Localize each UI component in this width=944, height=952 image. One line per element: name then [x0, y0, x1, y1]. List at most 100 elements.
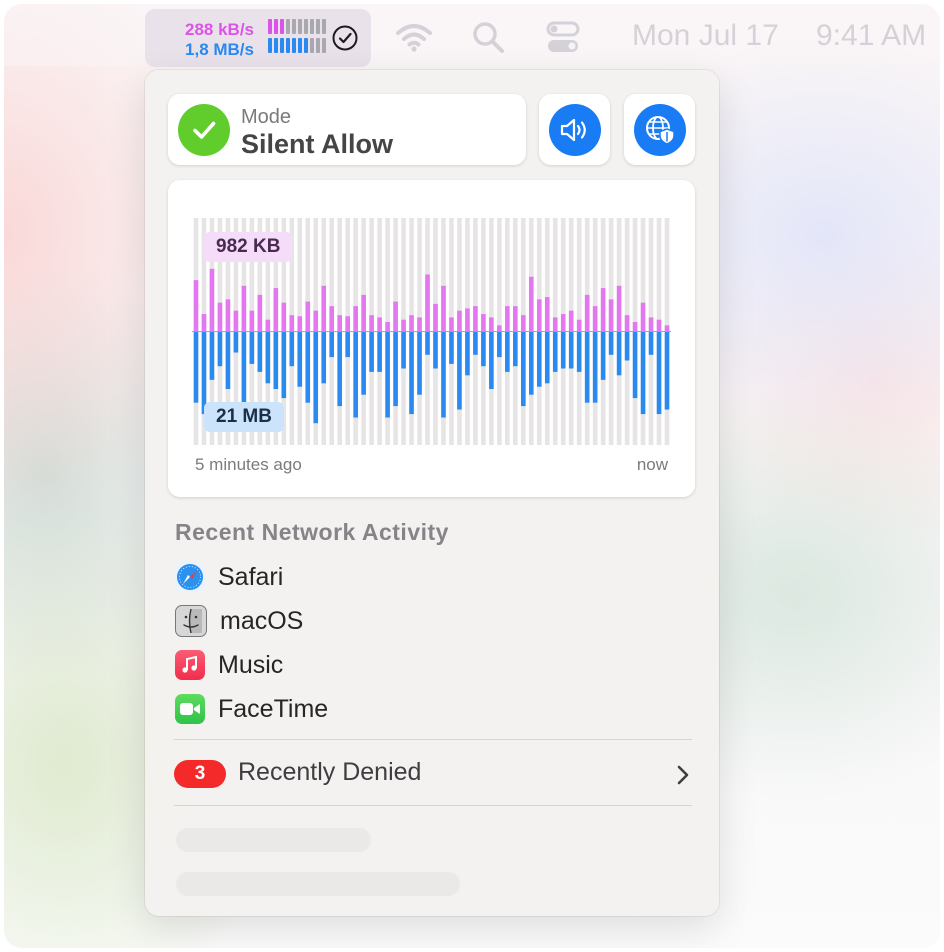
upload-bar — [449, 317, 454, 331]
app-name: Music — [218, 650, 284, 679]
recently-denied-row[interactable]: 3 Recently Denied — [174, 756, 692, 794]
x-axis-start-label: 5 minutes ago — [195, 455, 302, 474]
download-meter-segment — [292, 38, 296, 53]
upload-speed: 288 kB/s — [185, 20, 254, 39]
app-name: Safari — [218, 562, 284, 591]
download-speed: 1,8 MB/s — [185, 40, 254, 59]
upload-bar — [632, 321, 638, 331]
download-bar — [225, 332, 231, 389]
upload-bar — [337, 315, 342, 331]
upload-meter-segment — [322, 19, 326, 34]
download-bar — [329, 332, 335, 358]
globe-shield-icon — [633, 103, 686, 156]
download-bar — [257, 332, 263, 372]
upload-bar — [273, 288, 279, 331]
upload-bar — [616, 285, 622, 331]
download-bar — [417, 332, 422, 395]
upload-meter-segment — [304, 19, 308, 34]
upload-bar — [592, 306, 598, 331]
vpn-button[interactable] — [624, 94, 695, 165]
upload-bar — [321, 285, 327, 331]
upload-bar — [568, 310, 574, 331]
upload-meter-segment — [316, 19, 320, 34]
download-bar — [521, 332, 526, 407]
app-row-macos[interactable]: macOS — [175, 604, 303, 638]
upload-bar — [281, 302, 287, 331]
download-bar — [321, 332, 327, 384]
finder-icon — [175, 605, 207, 637]
download-bar — [544, 332, 550, 384]
download-bar — [528, 332, 534, 395]
download-bar — [600, 332, 606, 380]
app-row-safari[interactable]: Safari — [175, 560, 283, 594]
upload-bar — [257, 294, 263, 331]
download-bar — [640, 332, 646, 415]
download-bar — [409, 332, 414, 415]
download-peak-label: 21 MB — [204, 402, 284, 432]
upload-bar — [417, 317, 422, 331]
upload-bar — [353, 306, 358, 331]
app-row-facetime[interactable]: FaceTime — [175, 692, 328, 726]
download-bar — [289, 332, 295, 367]
download-bar — [513, 332, 518, 367]
upload-bar — [560, 314, 566, 331]
upload-bar — [528, 276, 534, 331]
download-bar — [361, 332, 366, 395]
upload-bar — [425, 274, 430, 331]
download-bar — [560, 332, 566, 369]
upload-meter-segment — [292, 19, 296, 34]
download-bar — [209, 332, 215, 380]
download-bar — [656, 332, 662, 415]
download-bar — [584, 332, 590, 403]
music-icon — [175, 650, 205, 680]
upload-bar — [656, 319, 662, 331]
download-meter-segment — [274, 38, 278, 53]
divider — [174, 805, 692, 806]
loading-placeholder — [176, 872, 460, 896]
safari-icon — [175, 562, 205, 592]
desktop-background: 288 kB/s 1,8 MB/s Mon Jul 17 9:41 AM Mod… — [4, 4, 940, 948]
download-bar — [441, 332, 446, 418]
download-bar — [465, 332, 470, 376]
app-row-music[interactable]: Music — [175, 648, 283, 682]
mode-label: Mode — [241, 106, 292, 128]
upload-bar — [401, 319, 406, 331]
download-meter-segment — [280, 38, 284, 53]
upload-bar — [441, 285, 446, 331]
upload-bar — [648, 317, 654, 331]
upload-bar — [465, 308, 470, 331]
search-icon[interactable] — [470, 19, 506, 55]
mode-card[interactable]: Mode Silent Allow — [168, 94, 526, 165]
download-meter-segment — [322, 38, 326, 53]
upload-bar — [233, 310, 239, 331]
menu-bar-date[interactable]: Mon Jul 17 — [632, 19, 779, 53]
menu-bar-time[interactable]: 9:41 AM — [816, 19, 926, 53]
download-bar — [576, 332, 582, 372]
download-bar — [664, 332, 670, 410]
speaker-icon — [548, 103, 601, 156]
download-bar — [297, 332, 303, 387]
download-meter-segment — [316, 38, 320, 53]
upload-peak-label: 982 KB — [204, 232, 293, 262]
denied-count-badge: 3 — [174, 760, 226, 788]
sound-button[interactable] — [539, 94, 610, 165]
upload-bar — [241, 285, 247, 331]
download-meter — [268, 38, 326, 53]
mode-value: Silent Allow — [241, 129, 394, 159]
app-name: macOS — [220, 606, 304, 635]
download-meter-segment — [268, 38, 272, 53]
upload-bar — [608, 299, 614, 331]
download-bar — [497, 332, 502, 358]
download-bar — [401, 332, 406, 369]
upload-bar — [209, 268, 215, 331]
download-bar — [592, 332, 598, 403]
upload-bar — [513, 306, 518, 331]
control-center-icon[interactable] — [545, 20, 581, 56]
upload-bar — [217, 302, 223, 331]
download-bar — [305, 332, 311, 403]
wifi-icon[interactable] — [394, 22, 434, 52]
upload-bar — [576, 319, 582, 331]
upload-meter-segment — [268, 19, 272, 34]
upload-meter — [268, 19, 326, 34]
download-bar — [377, 332, 382, 372]
